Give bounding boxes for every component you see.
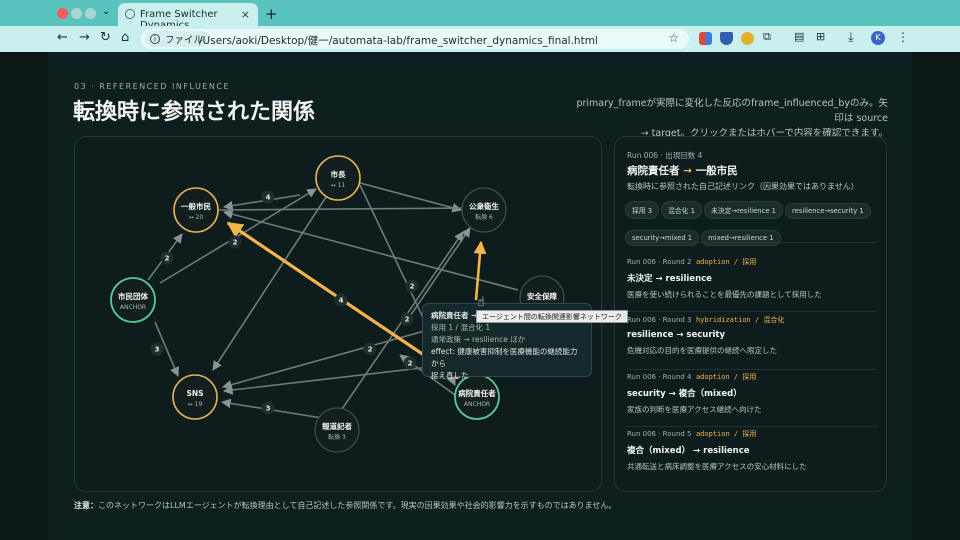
- round-body: 家族の判断を医療アクセス継続へ向けた: [627, 405, 762, 414]
- tooltip-effect-cont: 捉え直した: [431, 371, 469, 380]
- close-window-button[interactable]: [57, 8, 68, 19]
- tab-close-icon[interactable]: ×: [241, 8, 250, 21]
- globe-icon: [125, 9, 135, 19]
- back-arrow-icon[interactable]: ←: [57, 30, 68, 45]
- round-separator: [627, 426, 877, 427]
- round-separator: [627, 311, 877, 312]
- extensions-puzzle-icon[interactable]: ⧉: [763, 30, 771, 44]
- page-description: primary_frameが実際に変化した反応のframe_influenced…: [568, 96, 888, 141]
- profile-avatar[interactable]: K: [871, 31, 885, 45]
- reload-icon[interactable]: ↻: [100, 30, 111, 45]
- round-item[interactable]: Run 006 · Round 4 adoption / 採用 security…: [627, 372, 877, 429]
- round-title: 未決定 → resilience: [627, 274, 712, 284]
- new-tab-button[interactable]: +: [265, 5, 278, 23]
- round-run: Run 006 · Round 3: [627, 316, 692, 324]
- forward-arrow-icon[interactable]: →: [79, 30, 90, 45]
- address-row: ← → ↻ ⌂ i ファイル /Users/aoki/Desktop/健一/au…: [0, 26, 960, 52]
- detail-run-meta: Run 006 · 出現回数 4: [627, 151, 703, 160]
- site-info-label: ファイル: [165, 35, 204, 46]
- maximize-window-button[interactable]: [85, 8, 96, 19]
- tag-pill: 採用 3: [625, 201, 660, 219]
- download-icon[interactable]: ⤓: [848, 30, 854, 45]
- tab-strip: ⌄ Frame Switcher Dynamics × +: [0, 0, 960, 31]
- round-meta: Run 006 · Round 3 hybridization / 混合化: [627, 315, 877, 325]
- round-item[interactable]: Run 006 · Round 3 hybridization / 混合化 re…: [627, 315, 877, 372]
- info-icon: i: [150, 34, 160, 44]
- hand-cursor-icon: ☝: [477, 295, 485, 310]
- address-bar[interactable]: i ファイル /Users/aoki/Desktop/健一/automata-l…: [141, 29, 689, 49]
- bookmark-star-icon[interactable]: ☆: [668, 31, 679, 45]
- detail-panel: Run 006 · 出現回数 4 病院責任者 → 一般市民 転換時に参照された自…: [614, 136, 887, 492]
- tag-pill: resilience→security 1: [785, 203, 871, 219]
- tag-pill: 未決定→resilience 1: [703, 201, 783, 219]
- round-keyword: adoption / 採用: [695, 373, 757, 381]
- extension-grid-icon[interactable]: [699, 32, 712, 45]
- round-run: Run 006 · Round 4: [627, 373, 692, 381]
- extension-shield-icon[interactable]: [720, 32, 733, 45]
- home-icon[interactable]: ⌂: [121, 30, 129, 45]
- round-keyword: adoption / 採用: [695, 258, 757, 266]
- detail-source: 病院責任者: [627, 165, 680, 177]
- note-text: このネットワークはLLMエージェントが転換理由として自己記述した参照関係です。現…: [98, 501, 617, 510]
- round-meta: Run 006 · Round 2 adoption / 採用: [627, 257, 877, 267]
- tab-search-chevron-icon[interactable]: ⌄: [102, 6, 110, 17]
- tooltip-counts: 採用 1 / 混合化 1: [431, 323, 491, 332]
- description-line-1: primary_frameが実際に変化した反応のframe_influenced…: [576, 98, 888, 124]
- round-title: 複合（mixed） → resilience: [627, 446, 750, 456]
- detail-title: 病院責任者 → 一般市民: [627, 163, 738, 178]
- browser-menu-icon[interactable]: ⋮: [897, 30, 909, 44]
- detail-target: 一般市民: [695, 165, 738, 177]
- round-separator: [627, 369, 877, 370]
- detail-divider: [627, 242, 877, 243]
- transition-tags: 採用 3 混合化 1 未決定→resilience 1 resilience→secu…: [625, 198, 880, 252]
- round-body: 危機対応の目的を医療提供の継続へ限定した: [627, 346, 777, 355]
- round-meta: Run 006 · Round 5 adoption / 採用: [627, 429, 877, 439]
- round-run: Run 006 · Round 5: [627, 430, 692, 438]
- detail-subtitle: 転換時に参照された自己記述リンク（因果効果ではありません）: [627, 182, 859, 191]
- round-keyword: adoption / 採用: [695, 430, 757, 438]
- browser-chrome: ⌄ Frame Switcher Dynamics × + ← → ↻ ⌂ i …: [0, 0, 960, 52]
- tag-pill: security→mixed 1: [625, 230, 700, 246]
- minimize-window-button[interactable]: [71, 8, 82, 19]
- native-title-hint: エージェント間の転換関連影響ネットワーク: [476, 310, 628, 323]
- round-keyword: hybridization / 混合化: [695, 316, 785, 324]
- tag-pill: 混合化 1: [661, 201, 702, 219]
- reading-list-icon[interactable]: ▤: [794, 30, 804, 43]
- round-body: 共通転送と病床調整を医療アクセスの安心材料にした: [627, 462, 807, 471]
- tooltip-effect: effect: 健康被害抑制を医療機能の継続能力から: [431, 347, 578, 368]
- detail-arrow: →: [683, 165, 692, 177]
- round-title: resilience → security: [627, 330, 726, 340]
- round-item[interactable]: Run 006 · Round 2 adoption / 採用 未決定 → re…: [627, 257, 877, 314]
- tooltip-transition: 通常政策 → resilience ほか: [431, 335, 526, 344]
- round-title: security → 複合（mixed）: [627, 389, 742, 399]
- tag-pill: mixed→resilience 1: [701, 230, 781, 246]
- round-item[interactable]: Run 006 · Round 5 adoption / 採用 複合（mixed…: [627, 429, 877, 486]
- round-run: Run 006 · Round 2: [627, 258, 692, 266]
- translate-icon[interactable]: ⊞: [816, 30, 825, 43]
- round-body: 医療を使い続けられることを最優先の課題として採用した: [627, 290, 822, 299]
- page-title: 転換時に参照された関係: [73, 100, 316, 125]
- note-label: 注意：: [74, 501, 98, 510]
- tab-active[interactable]: Frame Switcher Dynamics ×: [118, 3, 258, 31]
- extension-circle-icon[interactable]: [741, 32, 754, 45]
- round-meta: Run 006 · Round 4 adoption / 採用: [627, 372, 877, 382]
- section-eyebrow: 03 · REFERENCED INFLUENCE: [74, 82, 231, 91]
- url-text[interactable]: /Users/aoki/Desktop/健一/automata-lab/fram…: [199, 33, 598, 48]
- disclaimer-note: 注意：このネットワークはLLMエージェントが転換理由として自己記述した参照関係で…: [74, 500, 616, 511]
